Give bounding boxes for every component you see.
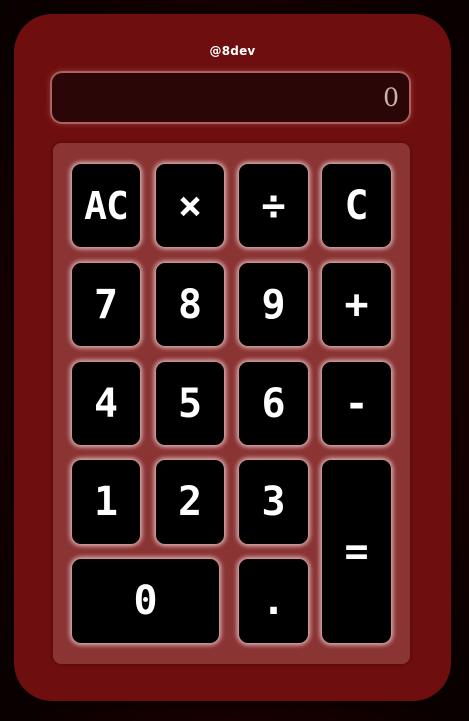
all-clear-button[interactable]: AC <box>72 164 140 247</box>
digit-6-button[interactable]: 6 <box>239 362 308 445</box>
display-screen: 0 <box>52 73 409 122</box>
digit-8-button[interactable]: 8 <box>156 263 224 346</box>
decimal-button[interactable]: . <box>239 559 308 643</box>
calculator-body: @8dev 0 AC × ÷ C 7 8 9 + 4 5 6 - 1 2 3 =… <box>14 14 451 701</box>
digit-7-button[interactable]: 7 <box>72 263 140 346</box>
multiply-button[interactable]: × <box>156 164 224 247</box>
clear-button[interactable]: C <box>322 164 391 247</box>
digit-9-button[interactable]: 9 <box>239 263 308 346</box>
digit-5-button[interactable]: 5 <box>156 362 224 445</box>
minus-button[interactable]: - <box>322 362 391 445</box>
equals-button[interactable]: = <box>322 460 391 643</box>
keypad: AC × ÷ C 7 8 9 + 4 5 6 - 1 2 3 = 0 . <box>53 143 410 664</box>
digit-1-button[interactable]: 1 <box>72 460 140 544</box>
digit-2-button[interactable]: 2 <box>156 460 224 544</box>
plus-button[interactable]: + <box>322 263 391 346</box>
digit-0-button[interactable]: 0 <box>72 559 219 643</box>
brand-label: @8dev <box>209 44 256 58</box>
digit-4-button[interactable]: 4 <box>72 362 140 445</box>
digit-3-button[interactable]: 3 <box>239 460 308 544</box>
divide-button[interactable]: ÷ <box>239 164 308 247</box>
